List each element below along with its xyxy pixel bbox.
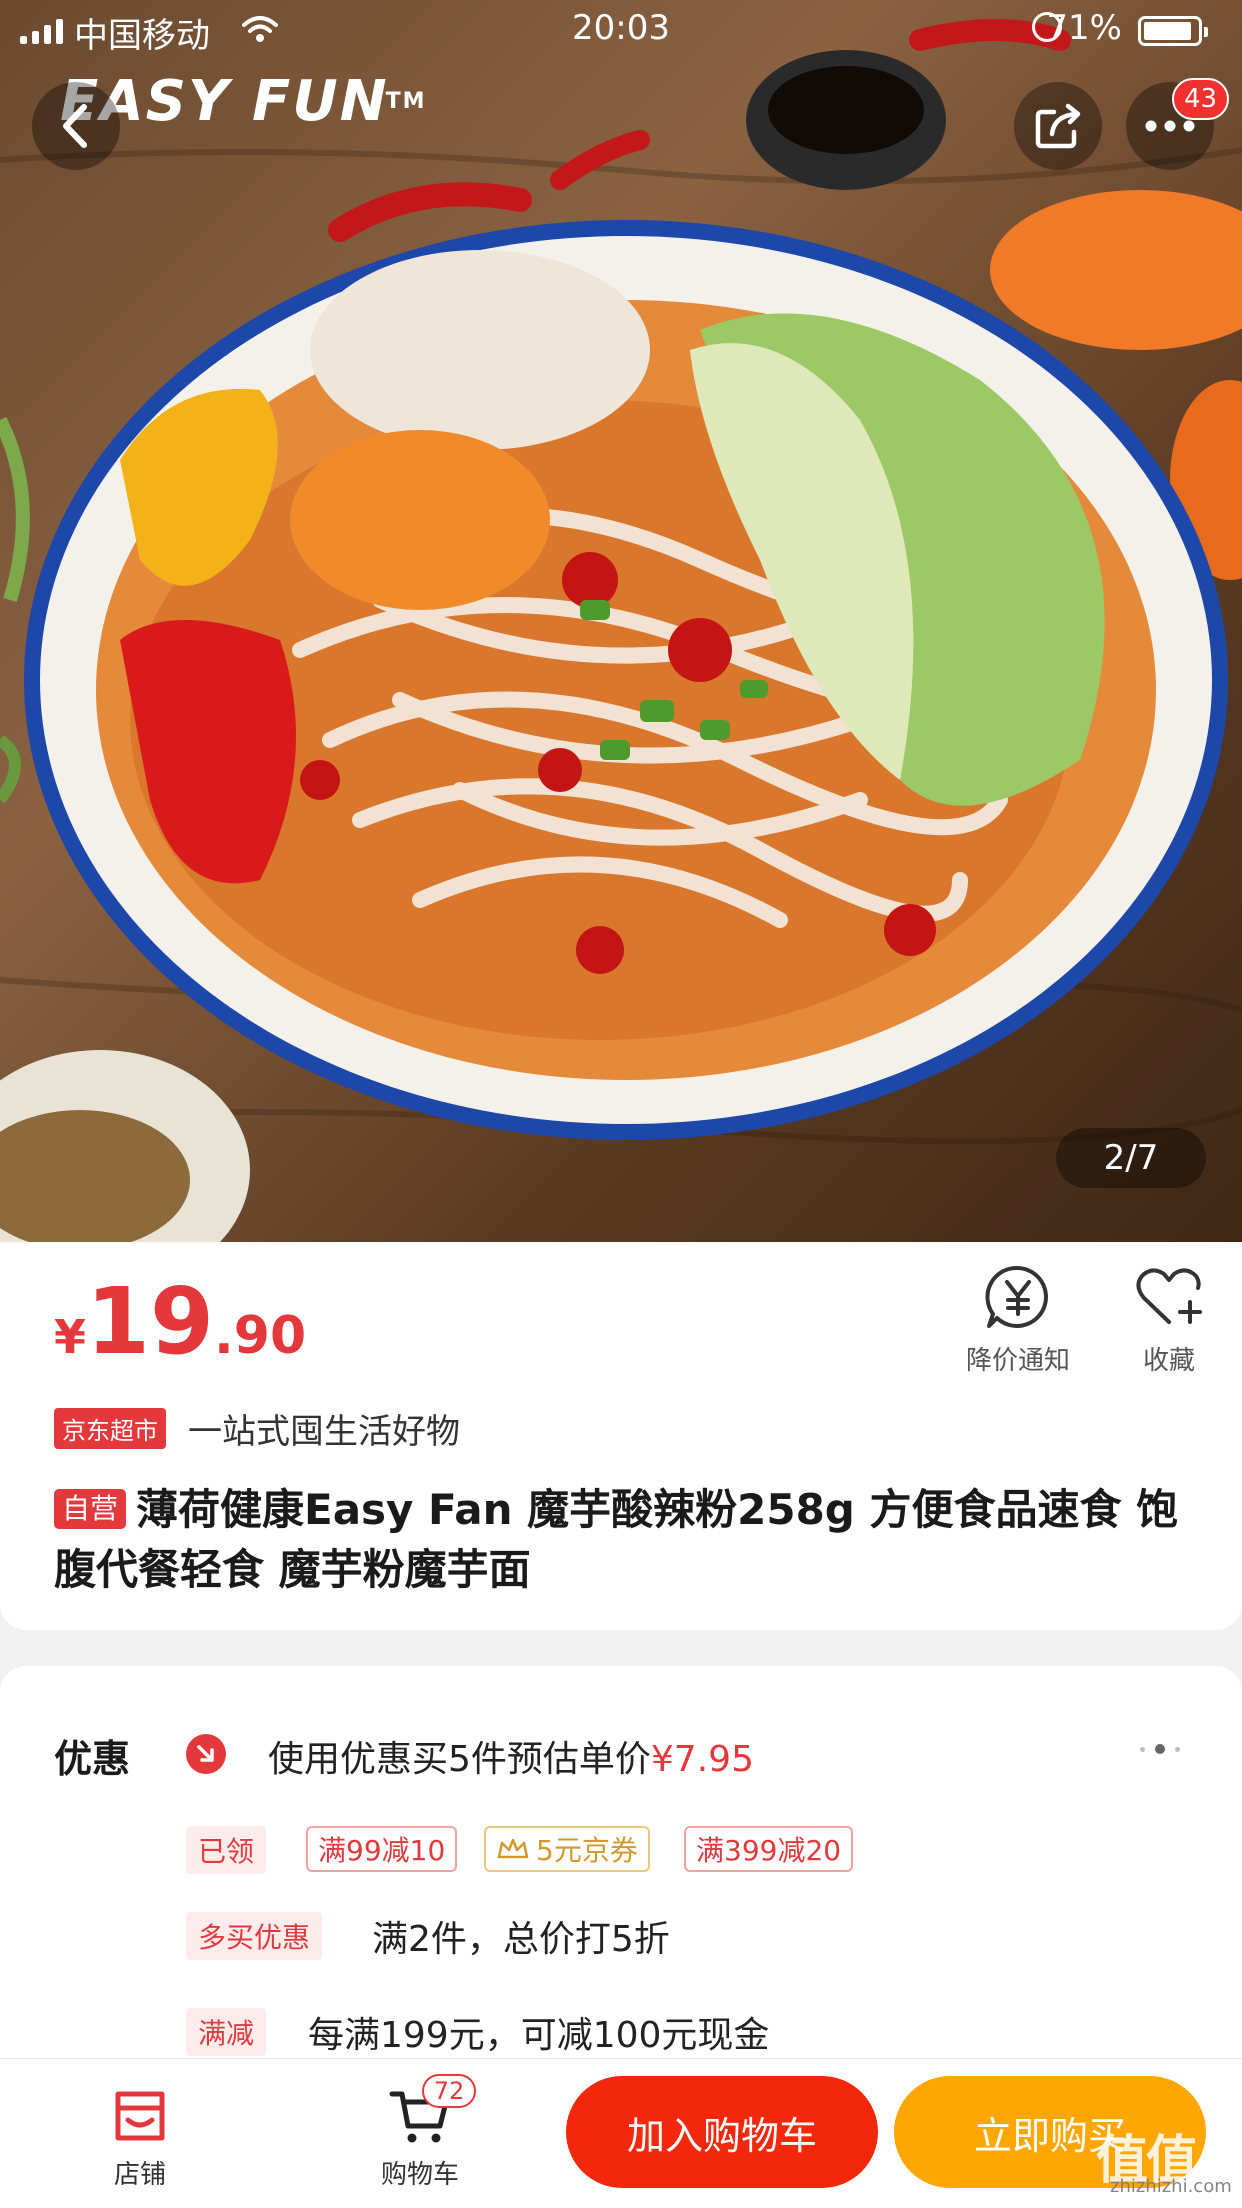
- favorite-button[interactable]: 收藏: [1124, 1262, 1214, 1377]
- battery-icon: [1138, 16, 1208, 46]
- self-operated-tag: 自营: [54, 1489, 127, 1529]
- battery-percentage: 71%: [1046, 8, 1122, 48]
- price-integer: 19: [86, 1268, 215, 1375]
- multi-buy-text[interactable]: 满2件，总价打5折: [372, 1910, 670, 1962]
- coupon-label: 满399减20: [696, 1834, 842, 1867]
- shop-button[interactable]: 店铺: [100, 2086, 180, 2191]
- shop-label: 店铺: [113, 2160, 166, 2190]
- status-bar: 中国移动 20:03 71%: [0, 0, 1242, 60]
- message-count-badge: 43: [1172, 78, 1230, 120]
- more-dots-icon: [1145, 120, 1195, 132]
- brand-trademark: TM: [385, 89, 427, 114]
- product-price: ¥19.90: [54, 1268, 306, 1375]
- chevron-left-icon: [63, 104, 87, 148]
- store-icon: [115, 2091, 165, 2141]
- coupon-label: 5元京券: [536, 1834, 638, 1867]
- product-title-text: 薄荷健康Easy Fan 魔芋酸辣粉258g 方便食品速食 饱腹代餐轻食 魔芋粉…: [54, 1485, 1179, 1594]
- multi-buy-tag: 多买优惠: [186, 1912, 323, 1960]
- share-button[interactable]: [1014, 82, 1102, 170]
- full-reduction-tag: 满减: [186, 2008, 267, 2056]
- add-to-cart-button[interactable]: 加入购物车: [566, 2076, 878, 2188]
- claimed-tag: 已领: [186, 1826, 267, 1874]
- share-icon: [1035, 103, 1081, 149]
- product-image-carousel[interactable]: EASY FUN TM 2/7: [0, 0, 1242, 1242]
- full-reduction-text[interactable]: 每满199元，可减100元现金: [308, 2006, 769, 2058]
- watermark-url: zhizhizhi.com: [1110, 2176, 1232, 2197]
- store-slogan: 一站式囤生活好物: [188, 1412, 460, 1452]
- product-title: 自营 薄荷健康Easy Fan 魔芋酸辣粉258g 方便食品速食 饱腹代餐轻食 魔…: [54, 1480, 1204, 1600]
- cart-label: 购物车: [380, 2160, 459, 2190]
- cart-count-badge: 72: [422, 2074, 476, 2108]
- coupon-item[interactable]: 满99减10: [306, 1826, 458, 1872]
- estimated-unit-price-text: 使用优惠买5件预估单价: [268, 1739, 651, 1780]
- store-row[interactable]: 京东超市 一站式囤生活好物: [54, 1404, 460, 1453]
- discount-arrow-icon: [186, 1734, 226, 1774]
- favorite-label: 收藏: [1142, 1346, 1195, 1376]
- estimated-unit-price[interactable]: 使用优惠买5件预估单价¥7.95: [268, 1730, 754, 1782]
- price-decimal: .90: [214, 1306, 307, 1366]
- price-alert-icon: [985, 1265, 1048, 1328]
- jd-supermarket-tag: 京东超市: [54, 1408, 166, 1449]
- back-button[interactable]: [32, 82, 120, 170]
- image-counter: 2/7: [1056, 1128, 1206, 1188]
- promotion-more-button[interactable]: [1140, 1744, 1180, 1754]
- crown-icon: [497, 1838, 529, 1859]
- coupon-item[interactable]: 满399减20: [684, 1826, 854, 1872]
- price-drop-notice-button[interactable]: 降价通知: [960, 1262, 1076, 1377]
- price-symbol: ¥: [54, 1310, 87, 1364]
- product-photo: [0, 19, 1242, 1242]
- price-drop-notice-label: 降价通知: [965, 1346, 1070, 1376]
- estimated-unit-price-value: ¥7.95: [650, 1739, 754, 1780]
- coupon-item[interactable]: 5元京券: [484, 1826, 650, 1872]
- heart-plus-icon: [1136, 1268, 1202, 1324]
- coupon-label: 满99减10: [318, 1834, 446, 1867]
- promotion-label: 优惠: [54, 1737, 131, 1781]
